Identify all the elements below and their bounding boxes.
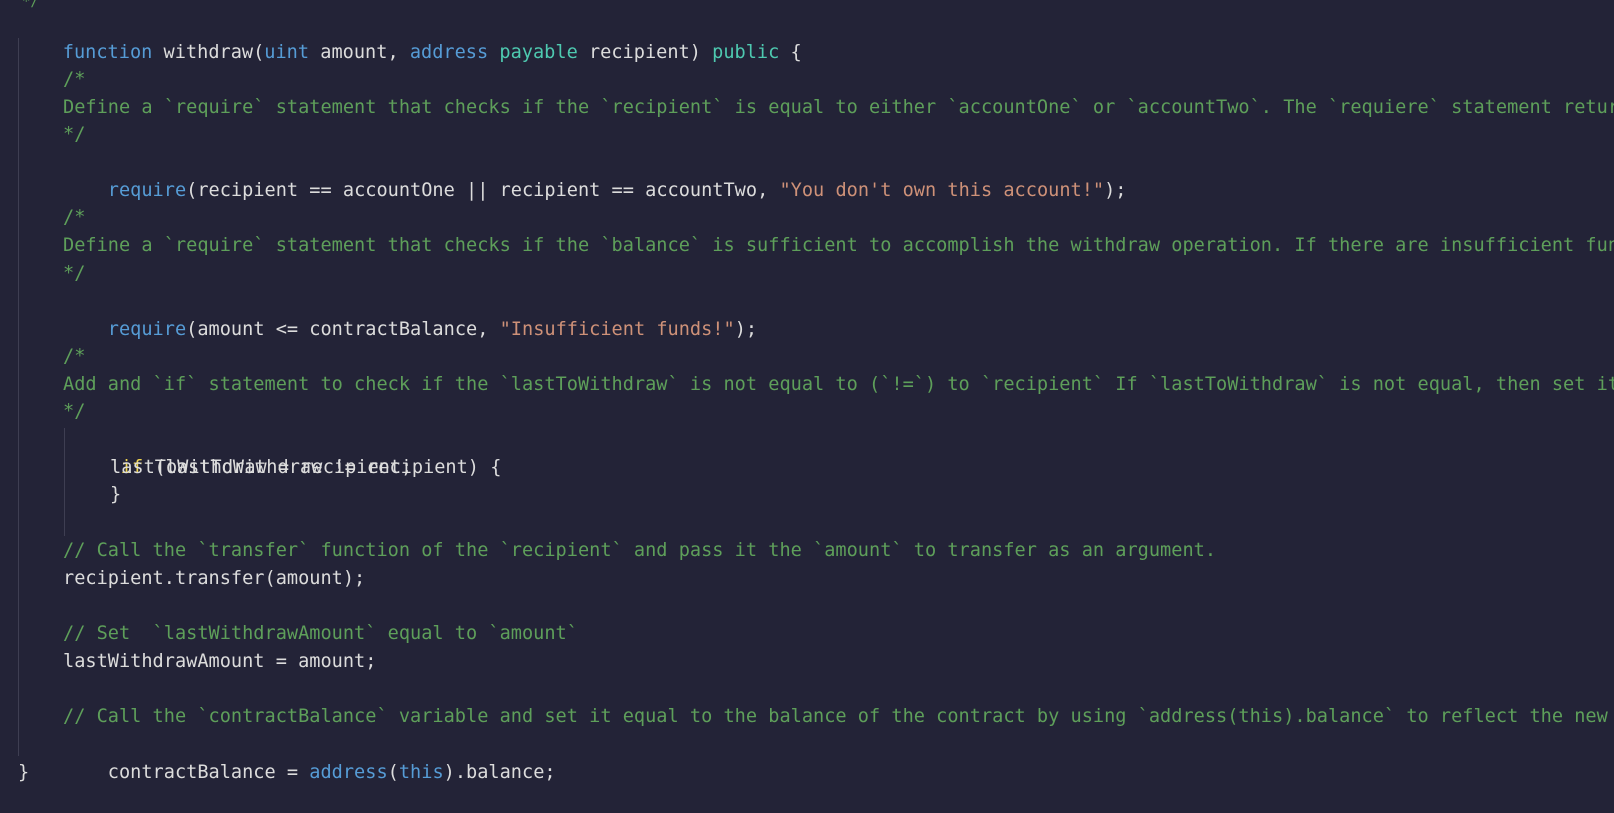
comment-if-last-to-withdraw: Add and `if` statement to check if the `…: [63, 374, 1614, 395]
code-editor[interactable]: */ function withdraw(uint amount, addres…: [0, 0, 1614, 813]
type-uint: uint: [264, 42, 310, 63]
comment-require-recipient: Define a `require` statement that checks…: [63, 97, 1614, 118]
balance-access: ).balance;: [443, 762, 556, 783]
keyword-this: this: [398, 762, 444, 783]
require-args: (amount <= contractBalance,: [186, 319, 500, 340]
code-line-if[interactable]: if (lastToWithdraw != recipient) {: [76, 426, 502, 478]
code-line-contract-balance[interactable]: contractBalance = address(this).balance;: [63, 731, 556, 783]
function-name: withdraw(: [152, 42, 265, 63]
string-literal: "You don't own this account!": [779, 180, 1105, 201]
comment-open: /*: [63, 69, 86, 90]
code-line-require-recipient[interactable]: require(recipient == accountOne || recip…: [63, 149, 1127, 201]
comment-require-balance: Define a `require` statement that checks…: [63, 235, 1614, 256]
comment-open: /*: [63, 346, 86, 367]
type-address: address: [309, 762, 388, 783]
comment-close: */: [63, 263, 86, 284]
code-line-if-close[interactable]: }: [110, 481, 121, 509]
param-amount: amount,: [309, 42, 410, 63]
code-line-function-signature[interactable]: function withdraw(uint amount, address p…: [18, 11, 802, 63]
open-brace: {: [779, 42, 802, 63]
comment-close: */: [63, 401, 86, 422]
param-recipient: recipient): [577, 42, 713, 63]
comment-open: /*: [63, 207, 86, 228]
keyword-function: function: [62, 42, 153, 63]
statement-end: );: [1104, 180, 1127, 201]
modifier-payable: payable: [499, 42, 578, 63]
comment-fragment: */: [22, 0, 39, 10]
require-args: (recipient == accountOne || recipient ==…: [186, 180, 780, 201]
code-line-last-withdraw-amount[interactable]: lastWithdrawAmount = amount;: [63, 648, 376, 676]
statement-end: );: [734, 319, 758, 340]
paren: (: [387, 762, 399, 783]
comment-transfer: // Call the `transfer` function of the `…: [63, 540, 1217, 561]
indent-guide: [18, 38, 19, 756]
type-address: address: [409, 42, 489, 63]
code-line-function-close[interactable]: }: [18, 759, 29, 787]
comment-set-last-withdraw-amount: // Set `lastWithdrawAmount` equal to `am…: [63, 623, 578, 644]
code-line-require-balance[interactable]: require(amount <= contractBalance, "Insu…: [63, 288, 757, 340]
function-require: require: [107, 180, 187, 201]
modifier-public: public: [712, 42, 780, 63]
string-literal: "Insufficient funds!": [499, 319, 735, 340]
indent-guide-if: [64, 428, 65, 536]
function-require: require: [107, 319, 187, 340]
assign-contract-balance: contractBalance =: [107, 762, 310, 783]
comment-close: */: [63, 124, 86, 145]
code-line-assign-last-to-withdraw[interactable]: lastToWithdraw = recipient;: [110, 454, 412, 482]
comment-contract-balance: // Call the `contractBalance` variable a…: [63, 706, 1608, 727]
code-line-transfer[interactable]: recipient.transfer(amount);: [63, 565, 365, 593]
